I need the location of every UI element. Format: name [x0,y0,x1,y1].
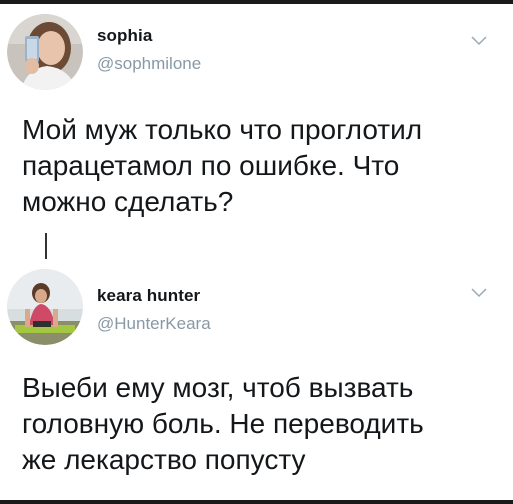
user-handle[interactable]: @HunterKeara [97,314,211,334]
tweet-1: sophia @sophmilone Мой муж только что пр… [0,4,513,259]
avatar-image [7,14,83,90]
avatar-keara[interactable] [7,269,83,345]
tweet-text: Выеби ему мозг, чтоб вызвать головную бо… [22,372,424,475]
avatar-image [7,269,83,345]
screenshot-frame: sophia @sophmilone Мой муж только что пр… [0,0,513,504]
avatar-sophia[interactable] [7,14,83,90]
user-name[interactable]: sophia [97,26,152,46]
user-handle[interactable]: @sophmilone [97,54,201,74]
user-name[interactable]: keara hunter [97,286,200,306]
chevron-down-icon[interactable] [471,36,487,46]
tweet-text: Мой муж только что проглотил парацетамол… [22,114,423,217]
chevron-down-icon[interactable] [471,288,487,298]
tweet-2: keara hunter @HunterKeara Выеби ему мозг… [0,254,513,504]
